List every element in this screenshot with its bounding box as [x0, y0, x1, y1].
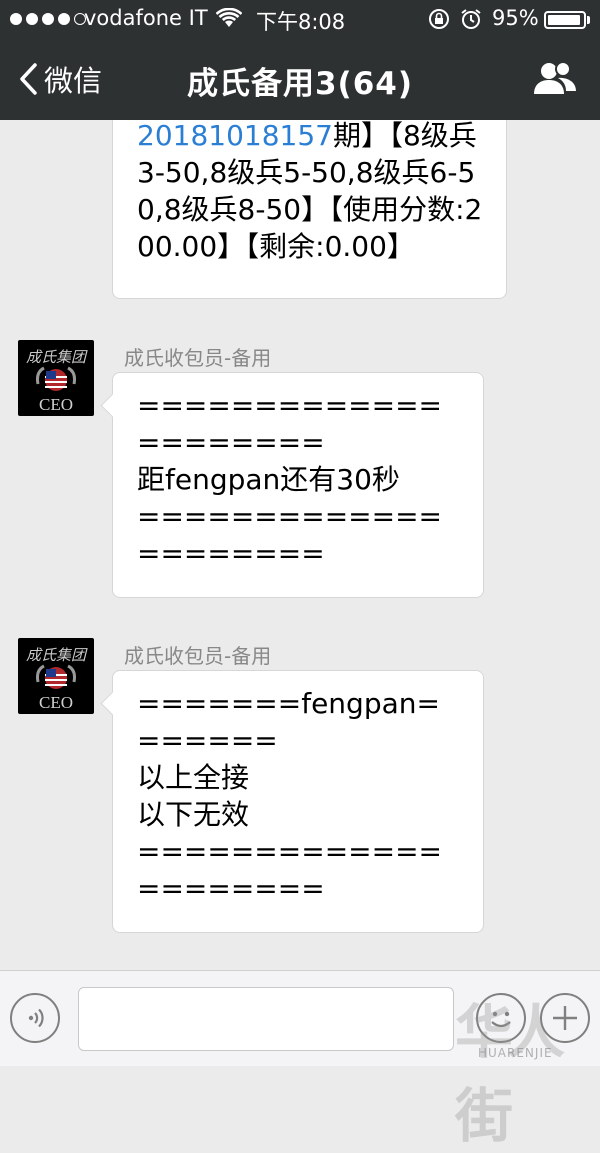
signal-strength-icon: [10, 13, 86, 25]
message-bubble[interactable]: =======fengpan======= 以上全接 以下无效 ========…: [112, 670, 484, 933]
signal-dot: [26, 13, 38, 25]
battery-tip: [587, 16, 590, 24]
avatar-sub: CEO: [39, 395, 73, 414]
voice-button[interactable]: [10, 993, 60, 1043]
message-bubble[interactable]: ===================== 距fengpan还有30秒 ====…: [112, 372, 484, 598]
avatar-sub: CEO: [39, 693, 73, 712]
top-bar: vodafone IT 下午8:08 95% 微信 成氏备用3(64): [0, 0, 600, 120]
alarm-icon: [460, 8, 482, 35]
avatar-title: 成氏集团: [26, 646, 88, 664]
chat-area[interactable]: 20181018157期】【8级兵3-50,8级兵5-50,8级兵6-50,8级…: [0, 120, 600, 970]
signal-dot: [58, 13, 70, 25]
carrier-name: vodafone IT: [84, 6, 208, 30]
wifi-icon: [215, 7, 243, 33]
battery-level: [548, 15, 580, 25]
nav-bar: 微信 成氏备用3(64): [0, 40, 600, 120]
group-icon: [534, 61, 576, 94]
clock: 下午8:08: [256, 10, 346, 34]
watermark: 华人街: [455, 998, 565, 1150]
status-bar: vodafone IT 下午8:08 95%: [0, 0, 600, 40]
group-members-button[interactable]: [532, 60, 578, 102]
avatar[interactable]: 成氏集团 CEO: [18, 340, 94, 416]
battery-percent: 95%: [492, 6, 539, 30]
message-bubble[interactable]: 20181018157期】【8级兵3-50,8级兵5-50,8级兵6-50,8级…: [112, 120, 507, 299]
sender-name: 成氏收包员-备用: [124, 644, 272, 668]
avatar-title: 成氏集团: [26, 348, 88, 366]
voice-icon: [28, 1008, 44, 1028]
signal-dot: [42, 13, 54, 25]
watermark-sub: HUARENJIE: [478, 1046, 553, 1060]
orientation-lock-icon: [428, 8, 450, 35]
chat-title: 成氏备用3(64): [186, 66, 414, 102]
signal-dot: [10, 13, 22, 25]
battery-icon: [544, 11, 586, 29]
avatar[interactable]: 成氏集团 CEO: [18, 638, 94, 714]
sender-name: 成氏收包员-备用: [124, 346, 272, 370]
message-input[interactable]: [78, 987, 454, 1051]
message-link[interactable]: 20181018157: [137, 120, 333, 152]
